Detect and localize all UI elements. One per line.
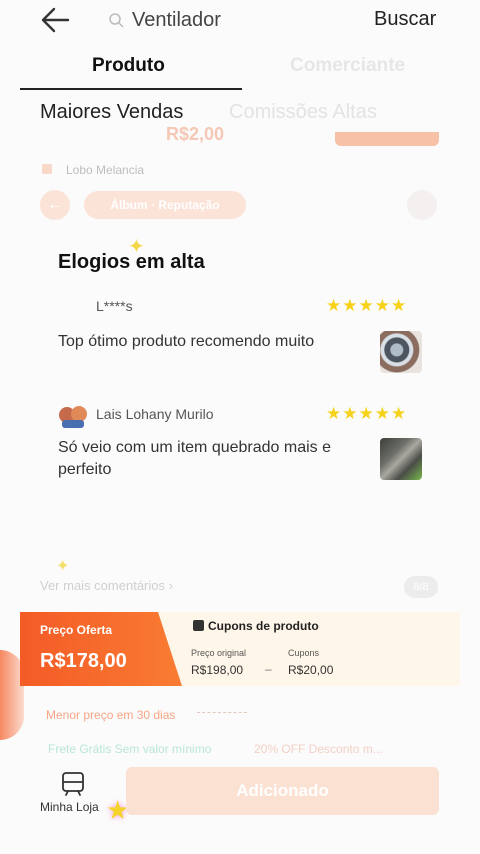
- settings-circle-icon: [407, 190, 437, 220]
- original-price-label: Preço original: [191, 648, 247, 658]
- review-photo[interactable]: [380, 331, 422, 373]
- avatar: [59, 406, 87, 428]
- coupon-icon: [193, 620, 204, 631]
- offer-price-label: Preço Oferta: [40, 623, 113, 637]
- tab-comerciante[interactable]: Comerciante: [290, 55, 405, 77]
- search-button[interactable]: Buscar: [374, 8, 436, 31]
- reviews-title: Elogios em alta: [58, 251, 205, 273]
- review-text: Top ótimo produto recomendo muito: [58, 333, 315, 350]
- subtab-comissoes-altas[interactable]: Comissões Altas: [229, 101, 377, 124]
- coupons-label: Cupons: [288, 648, 320, 658]
- store-icon[interactable]: [60, 770, 86, 796]
- coupons-value: R$20,00: [288, 663, 334, 677]
- lowest-price-note: Menor preço em 30 dias: [46, 708, 176, 722]
- active-tab-indicator: [20, 88, 242, 90]
- tab-produto[interactable]: Produto: [92, 55, 165, 77]
- chevron-right-icon: ›: [168, 578, 173, 593]
- seller-icon: [42, 164, 52, 174]
- review-stars: ★★★★★: [326, 404, 408, 423]
- more-comments-link[interactable]: Ver mais comentários ›: [40, 578, 173, 593]
- arrow-left-icon[interactable]: [40, 6, 72, 34]
- review-stars: ★★★★★: [326, 296, 408, 315]
- ghost-button: [335, 132, 439, 146]
- original-price-value: R$198,00: [191, 663, 244, 677]
- ghost-pill: Álbum · Reputação: [84, 191, 246, 219]
- search-input[interactable]: Ventilador: [132, 9, 221, 32]
- review-user: L****s: [96, 298, 133, 314]
- sparkle-icon: ✦: [56, 558, 70, 575]
- separator-dash: –: [265, 662, 272, 676]
- ghost-price: R$2,00: [166, 124, 225, 144]
- review-photo[interactable]: [380, 438, 422, 480]
- coupons-title: Cupons de produto: [208, 619, 319, 633]
- discount-tag: 20% OFF Desconto m...: [254, 742, 383, 756]
- free-shipping-tag: Frete Grátis Sem valor mínimo: [48, 742, 212, 756]
- ghost-seller-name: Lobo Melancia: [66, 163, 145, 177]
- review-user: Lais Lohany Murilo: [96, 406, 214, 422]
- search-icon: [109, 13, 124, 28]
- subtab-maiores-vendas[interactable]: Maiores Vendas: [40, 101, 183, 124]
- add-button[interactable]: Adicionado: [126, 767, 439, 815]
- page-indicator: 8/8: [404, 576, 438, 598]
- arrow-left-circle-icon: ←: [40, 190, 70, 220]
- offer-price-value: R$178,00: [40, 650, 127, 672]
- divider: [197, 712, 247, 714]
- my-store-label[interactable]: Minha Loja: [40, 800, 99, 814]
- review-text: Só veio com um item quebrado mais e perf…: [58, 439, 332, 478]
